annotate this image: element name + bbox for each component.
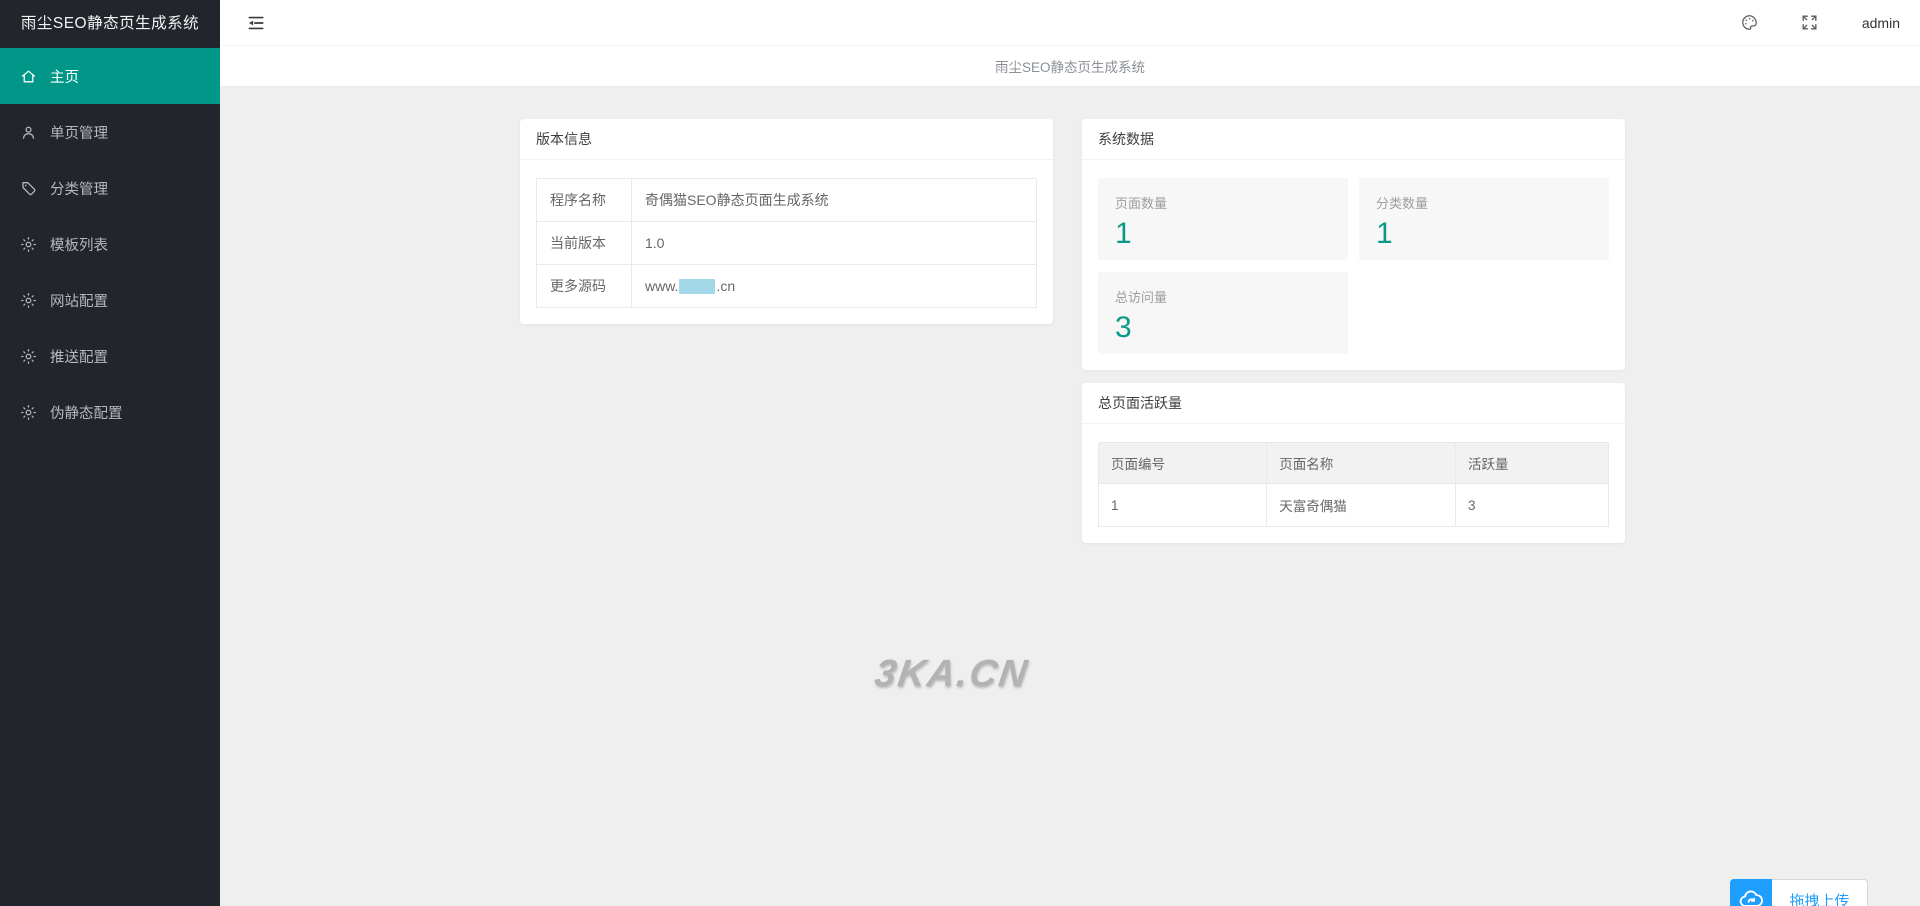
card-title: 总页面活跃量 — [1082, 383, 1625, 424]
row-value: 奇偶猫SEO静态页面生成系统 — [632, 179, 1037, 222]
system-data-card: 系统数据 页面数量 1 分类数量 1 总访问量 3 — [1082, 119, 1625, 370]
sidebar-item-site-config[interactable]: 网站配置 — [0, 272, 220, 328]
app-title: 雨尘SEO静态页生成系统 — [0, 0, 220, 48]
table-header-row: 页面编号 页面名称 活跃量 — [1099, 443, 1609, 484]
topbar: admin — [220, 0, 1920, 46]
tab-bar: 雨尘SEO静态页生成系统 — [220, 46, 1920, 87]
table-row: 更多源码 www..cn — [537, 265, 1037, 308]
table-row: 当前版本 1.0 — [537, 222, 1037, 265]
main-content: 版本信息 程序名称 奇偶猫SEO静态页面生成系统 当前版本 1.0 更多源码 w… — [220, 87, 1920, 906]
stat-value: 1 — [1115, 217, 1331, 250]
sidebar-menu: 主页 单页管理 分类管理 — [0, 48, 220, 440]
sidebar: 雨尘SEO静态页生成系统 主页 单页管理 — [0, 0, 220, 906]
sidebar-item-label: 主页 — [50, 66, 79, 87]
sidebar-item-label: 分类管理 — [50, 178, 108, 199]
table-row: 1 天富奇偶猫 3 — [1099, 484, 1609, 527]
cloud-sync-icon — [1730, 879, 1772, 906]
sidebar-item-push-config[interactable]: 推送配置 — [0, 328, 220, 384]
gear-icon — [20, 292, 37, 309]
sidebar-item-label: 网站配置 — [50, 290, 108, 311]
sidebar-collapse-icon[interactable] — [246, 12, 268, 34]
stat-tile-empty — [1359, 272, 1609, 354]
fullscreen-icon[interactable] — [1800, 12, 1822, 34]
version-info-table: 程序名称 奇偶猫SEO静态页面生成系统 当前版本 1.0 更多源码 www..c… — [536, 178, 1037, 308]
row-label: 程序名称 — [537, 179, 632, 222]
home-icon — [20, 68, 37, 85]
watermark: 3KA.CN — [872, 653, 1032, 696]
stat-label: 分类数量 — [1376, 193, 1592, 212]
user-icon — [20, 124, 37, 141]
card-title: 版本信息 — [520, 119, 1053, 160]
row-label: 当前版本 — [537, 222, 632, 265]
sidebar-item-templates[interactable]: 模板列表 — [0, 216, 220, 272]
gear-icon — [20, 348, 37, 365]
column-header: 活跃量 — [1455, 443, 1608, 484]
sidebar-item-categories[interactable]: 分类管理 — [0, 160, 220, 216]
tag-icon — [20, 180, 37, 197]
drag-upload-label: 拖拽上传 — [1772, 879, 1868, 906]
sidebar-item-pages[interactable]: 单页管理 — [0, 104, 220, 160]
table-row: 程序名称 奇偶猫SEO静态页面生成系统 — [537, 179, 1037, 222]
sidebar-item-label: 推送配置 — [50, 346, 108, 367]
theme-palette-icon[interactable] — [1740, 12, 1762, 34]
stat-label: 总访问量 — [1115, 287, 1331, 306]
column-header: 页面编号 — [1099, 443, 1267, 484]
sidebar-item-label: 模板列表 — [50, 234, 108, 255]
user-menu[interactable]: admin — [1862, 15, 1900, 31]
cell-page-id: 1 — [1099, 484, 1267, 527]
stat-value: 3 — [1115, 311, 1331, 344]
stat-page-count: 页面数量 1 — [1098, 178, 1348, 260]
sidebar-item-label: 伪静态配置 — [50, 402, 123, 423]
gear-icon — [20, 404, 37, 421]
row-label: 更多源码 — [537, 265, 632, 308]
drag-upload-button[interactable]: 拖拽上传 — [1730, 879, 1868, 906]
stat-total-visits: 总访问量 3 — [1098, 272, 1348, 354]
stat-value: 1 — [1376, 217, 1592, 250]
column-header: 页面名称 — [1267, 443, 1456, 484]
censored-text-block — [679, 279, 715, 294]
row-value-censored-url: www..cn — [632, 265, 1037, 308]
topbar-right: admin — [1702, 12, 1920, 34]
sidebar-item-rewrite-config[interactable]: 伪静态配置 — [0, 384, 220, 440]
sidebar-item-home[interactable]: 主页 — [0, 48, 220, 104]
row-value: 1.0 — [632, 222, 1037, 265]
cell-page-name: 天富奇偶猫 — [1267, 484, 1456, 527]
cell-activity: 3 — [1455, 484, 1608, 527]
stat-label: 页面数量 — [1115, 193, 1331, 212]
tab-home[interactable]: 雨尘SEO静态页生成系统 — [977, 56, 1163, 76]
page-activity-table: 页面编号 页面名称 活跃量 1 天富奇偶猫 3 — [1098, 442, 1609, 527]
stat-tiles: 页面数量 1 分类数量 1 总访问量 3 — [1098, 178, 1609, 354]
gear-icon — [20, 236, 37, 253]
version-info-card: 版本信息 程序名称 奇偶猫SEO静态页面生成系统 当前版本 1.0 更多源码 w… — [520, 119, 1053, 324]
page-activity-card: 总页面活跃量 页面编号 页面名称 活跃量 1 天富奇偶猫 3 — [1082, 383, 1625, 543]
card-title: 系统数据 — [1082, 119, 1625, 160]
sidebar-item-label: 单页管理 — [50, 122, 108, 143]
stat-category-count: 分类数量 1 — [1359, 178, 1609, 260]
